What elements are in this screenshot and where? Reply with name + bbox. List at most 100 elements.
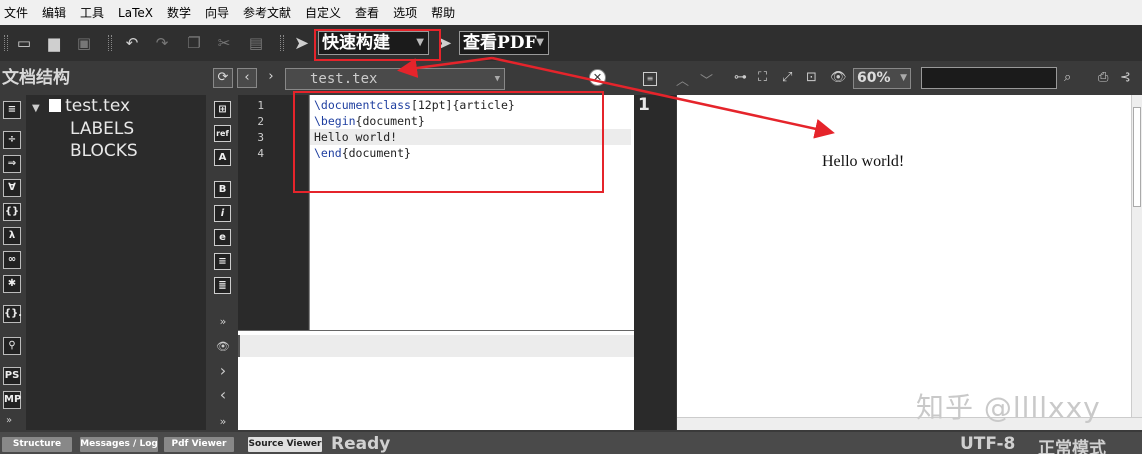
message-panel[interactable] (238, 330, 634, 430)
chevron-right-icon[interactable]: › (215, 361, 231, 380)
insert-section-icon[interactable]: ⊞ (214, 101, 231, 118)
chevron-down-icon[interactable]: ﹀ (700, 70, 713, 89)
infinity-symbols-icon[interactable]: ∞ (3, 251, 21, 269)
relation-symbols-icon[interactable]: ÷ (3, 131, 21, 149)
tab-pdf-viewer[interactable]: Pdf Viewer (164, 437, 234, 452)
tree-item-blocks[interactable]: BLOCKS (70, 140, 138, 162)
encoding-indicator[interactable]: UTF-8 (960, 434, 1015, 454)
menu-view[interactable]: 查看 (355, 4, 379, 21)
pdf-list-icon[interactable]: ≡ (643, 72, 657, 86)
bold-icon[interactable]: B (214, 181, 231, 198)
close-file-button[interactable]: ✕ (589, 69, 606, 86)
open-file-value: test.tex (310, 71, 378, 87)
fit-window-icon[interactable]: ⤢ (782, 70, 792, 85)
copy-icon[interactable]: ❐ (186, 34, 202, 52)
open-folder-icon[interactable]: ▆ (46, 34, 62, 52)
menu-math[interactable]: 数学 (167, 4, 191, 21)
menu-tools[interactable]: 工具 (80, 4, 104, 21)
chevron-down-icon: ▼ (494, 74, 500, 84)
toolbar-grip[interactable] (4, 35, 8, 51)
fit-page-icon[interactable]: ⛶ (758, 70, 767, 85)
annotation-box-source (293, 91, 604, 193)
delimiters-icon[interactable]: {} (3, 203, 21, 221)
menu-edit[interactable]: 编辑 (42, 4, 66, 21)
paste-icon[interactable]: ▤ (248, 34, 264, 52)
list-icon[interactable]: ≣ (214, 277, 231, 294)
pdf-vertical-scrollbar[interactable] (1131, 95, 1142, 417)
structure-list-icon[interactable]: ≡ (3, 101, 21, 119)
menu-bibliography[interactable]: 参考文献 (243, 4, 291, 21)
menu-macros[interactable]: 自定义 (305, 4, 341, 21)
special-chars-icon[interactable]: {}. (3, 305, 22, 323)
mode-indicator[interactable]: 正常模式 (1038, 434, 1106, 454)
chevron-down-icon: ▼ (900, 73, 907, 83)
chevron-up-icon[interactable]: ︿ (676, 70, 689, 89)
user-symbols-icon[interactable]: ⚲ (3, 337, 21, 355)
structure-panel-title: 文档结构 (0, 65, 210, 91)
fit-width-icon[interactable]: ⊶ (734, 70, 747, 85)
status-bar: Structure Messages / Log Pdf Viewer Sour… (0, 432, 1142, 454)
message-input-line[interactable] (238, 335, 634, 357)
pstricks-icon[interactable]: PS (3, 367, 21, 385)
document-icon (49, 99, 62, 112)
toolbar-grip[interactable] (108, 35, 112, 51)
font-size-icon[interactable]: A (214, 149, 231, 166)
view-pdf-value: 查看PDF (463, 33, 537, 53)
forward-button[interactable]: › (261, 68, 281, 88)
back-button[interactable]: ‹ (237, 68, 257, 88)
asterisk-symbols-icon[interactable]: ✱ (3, 275, 21, 293)
texstudio-window: 文件 编辑 工具 LaTeX 数学 向导 参考文献 自定义 查看 选项 帮助 ▭… (0, 0, 1142, 454)
status-text: Ready (331, 434, 391, 454)
pdf-page[interactable] (677, 95, 1131, 417)
emphasis-icon[interactable]: e (214, 229, 231, 246)
open-file-select[interactable]: test.tex ▼ (285, 68, 505, 90)
zoom-select[interactable]: 60% ▼ (853, 68, 911, 89)
annotation-box-build (314, 29, 441, 61)
align-icon[interactable]: ≡ (214, 253, 231, 270)
undo-icon[interactable]: ↶ (124, 34, 140, 52)
new-file-icon[interactable]: ▭ (16, 34, 32, 52)
build-run-icon[interactable]: ➤ (294, 33, 309, 54)
watermark: 知乎 @llllxxy (916, 391, 1101, 424)
search-icon[interactable]: ⌕ (1064, 70, 1071, 85)
line-number: 4 (257, 147, 264, 160)
menu-bar: 文件 编辑 工具 LaTeX 数学 向导 参考文献 自定义 查看 选项 帮助 (0, 0, 1142, 25)
tab-structure[interactable]: Structure (2, 437, 72, 452)
insert-ref-icon[interactable]: ref (214, 125, 231, 142)
chevron-left-icon[interactable]: ‹ (215, 385, 231, 404)
misc-symbols-icon[interactable]: ∀ (3, 179, 21, 197)
structure-icon-strip: ≡ ÷ ⇒ ∀ {} λ ∞ ✱ {}. ⚲ PS MP » (0, 95, 26, 430)
options-icon[interactable]: ⊰ (1120, 70, 1131, 85)
menu-wizards[interactable]: 向导 (205, 4, 229, 21)
scrollbar-thumb[interactable] (1133, 107, 1141, 207)
tree-file-node[interactable]: ▼ test.tex (32, 95, 130, 117)
fullscreen-icon[interactable]: ⊡ (806, 70, 817, 85)
eye-icon[interactable]: 👁 (215, 340, 231, 353)
menu-help[interactable]: 帮助 (431, 4, 455, 21)
menu-options[interactable]: 选项 (393, 4, 417, 21)
tab-messages-log[interactable]: Messages / Log (80, 437, 158, 452)
save-icon[interactable]: ▣ (76, 34, 92, 52)
menu-latex[interactable]: LaTeX (118, 6, 153, 20)
pdf-page-number: 1 (638, 95, 650, 115)
refresh-icon[interactable]: ⟳ (213, 68, 233, 88)
more-chevron-icon[interactable]: » (215, 315, 231, 328)
line-number: 2 (257, 115, 264, 128)
arrow-symbols-icon[interactable]: ⇒ (3, 155, 21, 173)
redo-icon[interactable]: ↷ (154, 34, 170, 52)
greek-letters-icon[interactable]: λ (3, 227, 21, 245)
cut-icon[interactable]: ✂ (216, 34, 232, 52)
more-chevron-icon[interactable]: » (215, 415, 231, 428)
more-chevron-icon[interactable]: » (6, 415, 12, 426)
menu-file[interactable]: 文件 (4, 4, 28, 21)
italic-icon[interactable]: i (214, 205, 231, 222)
view-pdf-select[interactable]: 查看PDF ▼ (459, 31, 549, 55)
pdf-search-input[interactable] (921, 67, 1057, 89)
metapost-icon[interactable]: MP (3, 391, 21, 409)
tree-item-labels[interactable]: LABELS (70, 118, 134, 140)
print-icon[interactable]: ⎙ (1098, 70, 1108, 85)
eye-icon[interactable]: 👁 (830, 70, 847, 85)
tab-source-viewer[interactable]: Source Viewer (248, 437, 322, 452)
toolbar-grip[interactable] (280, 35, 284, 51)
tree-file-label: test.tex (65, 96, 131, 116)
